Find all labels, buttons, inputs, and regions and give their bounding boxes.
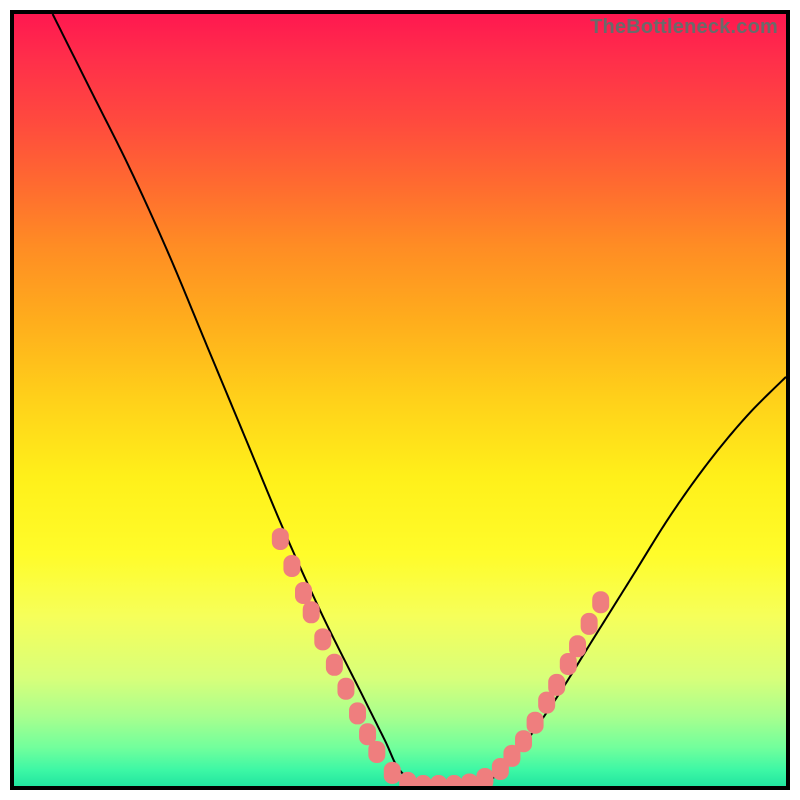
data-marker: [527, 712, 544, 734]
data-marker: [368, 741, 385, 763]
data-marker: [337, 678, 354, 700]
data-marker: [430, 775, 447, 786]
plot-area: TheBottleneck.com: [10, 10, 790, 790]
data-marker: [314, 628, 331, 650]
curve-svg: [14, 14, 786, 786]
data-marker: [515, 730, 532, 752]
data-marker: [283, 555, 300, 577]
watermark-text: TheBottleneck.com: [590, 16, 778, 39]
data-marker: [461, 773, 478, 786]
data-marker: [548, 674, 565, 696]
marker-group: [272, 528, 609, 786]
data-marker: [476, 768, 493, 786]
chart-container: TheBottleneck.com: [0, 0, 800, 800]
bottleneck-curve: [53, 14, 786, 786]
data-marker: [384, 762, 401, 784]
data-marker: [592, 591, 609, 613]
data-marker: [272, 528, 289, 550]
data-marker: [326, 654, 343, 676]
data-marker: [349, 702, 366, 724]
data-marker: [303, 601, 320, 623]
data-marker: [399, 772, 416, 786]
data-marker: [415, 775, 432, 786]
data-marker: [581, 613, 598, 635]
data-marker: [446, 775, 463, 786]
data-marker: [569, 635, 586, 657]
data-marker: [295, 582, 312, 604]
